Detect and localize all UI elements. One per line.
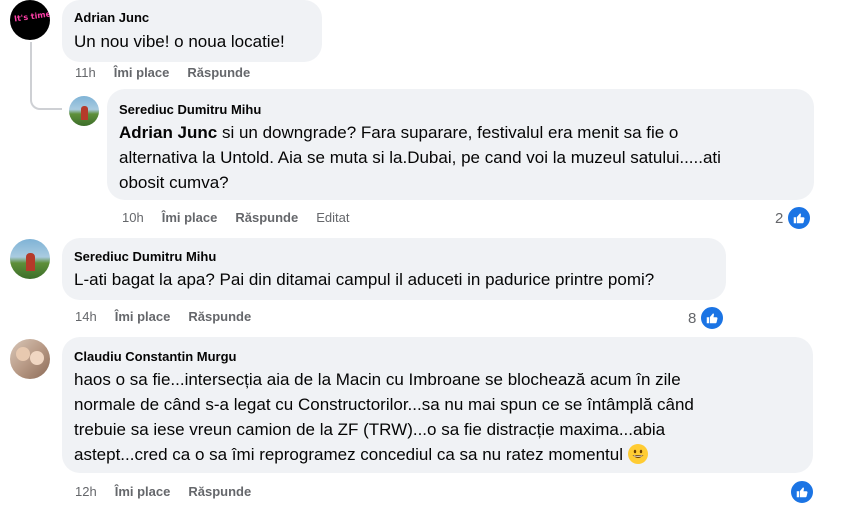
avatar[interactable] bbox=[69, 96, 99, 126]
comment-text-line: normale de când s-a legat cu Constructor… bbox=[74, 395, 694, 414]
like-button[interactable]: Îmi place bbox=[114, 65, 170, 80]
comment-text-line: trebuie sa iese vreun camion de la ZF (T… bbox=[74, 420, 666, 439]
avatar[interactable]: It's time bbox=[10, 0, 50, 40]
reply-button[interactable]: Răspunde bbox=[187, 65, 250, 80]
comment-actions: 11h Îmi place Răspunde bbox=[75, 65, 268, 80]
comment-author[interactable]: Adrian Junc bbox=[74, 10, 310, 26]
comment-author[interactable]: Serediuc Dumitru Mihu bbox=[74, 249, 714, 265]
comment-actions: 14h Îmi place Răspunde bbox=[75, 309, 269, 324]
comment-text: Adrian Junc si un downgrade? Fara supara… bbox=[119, 120, 802, 195]
comment-time[interactable]: 11h bbox=[75, 65, 96, 80]
avatar-figure bbox=[81, 106, 88, 120]
comment-text: haos o sa fie...intersecția aia de la Ma… bbox=[74, 367, 801, 467]
comment-time[interactable]: 14h bbox=[75, 309, 97, 324]
comment-text-line: astept...cred ca o sa îmi reprogramez co… bbox=[74, 445, 623, 464]
reply-thread-line bbox=[30, 42, 62, 110]
comment-text: Un nou vibe! o noua locatie! bbox=[74, 32, 285, 51]
comment-text-line: haos o sa fie...intersecția aia de la Ma… bbox=[74, 370, 681, 389]
avatar-face bbox=[16, 347, 30, 361]
comment-bubble: Serediuc Dumitru Mihu L-ati bagat la apa… bbox=[62, 238, 726, 300]
comment-author[interactable]: Serediuc Dumitru Mihu bbox=[119, 102, 802, 118]
avatar[interactable] bbox=[10, 239, 50, 279]
avatar[interactable] bbox=[10, 339, 50, 379]
thumbs-up-icon bbox=[786, 205, 813, 231]
comment-bubble: Adrian Junc Un nou vibe! o noua locatie! bbox=[62, 0, 322, 62]
reaction-number: 2 bbox=[775, 209, 784, 227]
reaction-badge[interactable] bbox=[786, 479, 815, 505]
comment-text-line: si un downgrade? Fara suparare, festival… bbox=[217, 123, 679, 142]
reaction-count[interactable]: 8 bbox=[688, 305, 726, 331]
comment-text-line: alternativa la Untold. Aia se muta si la… bbox=[119, 148, 721, 167]
comment-actions: 12h Îmi place Răspunde bbox=[75, 484, 269, 499]
comment-bubble: Serediuc Dumitru Mihu Adrian Junc si un … bbox=[107, 89, 814, 200]
comment-author[interactable]: Claudiu Constantin Murgu bbox=[74, 349, 801, 365]
comment-actions: 10h Îmi place Răspunde Editat bbox=[122, 210, 367, 225]
reaction-count[interactable]: 2 bbox=[775, 205, 813, 231]
thumbs-up-icon bbox=[789, 479, 815, 505]
comment-text: L-ati bagat la apa? Pai din ditamai camp… bbox=[74, 270, 655, 289]
comment-text-line: obosit cumva? bbox=[119, 173, 229, 192]
comment-time[interactable]: 10h bbox=[122, 210, 144, 225]
comment-mention[interactable]: Adrian Junc bbox=[119, 123, 217, 142]
reply-button[interactable]: Răspunde bbox=[188, 484, 251, 499]
avatar-figure bbox=[26, 253, 35, 271]
edited-label: Editat bbox=[316, 210, 350, 225]
like-button[interactable]: Îmi place bbox=[162, 210, 218, 225]
comment-bubble: Claudiu Constantin Murgu haos o sa fie..… bbox=[62, 337, 813, 473]
grinning-face-emoji bbox=[627, 444, 648, 464]
thumbs-up-icon bbox=[699, 305, 726, 331]
avatar-face bbox=[30, 351, 44, 365]
avatar-logo-text: It's time bbox=[13, 9, 50, 24]
reply-button[interactable]: Răspunde bbox=[235, 210, 298, 225]
like-button[interactable]: Îmi place bbox=[115, 484, 171, 499]
reply-button[interactable]: Răspunde bbox=[188, 309, 251, 324]
like-button[interactable]: Îmi place bbox=[115, 309, 171, 324]
reaction-number: 8 bbox=[688, 309, 697, 327]
comment-time[interactable]: 12h bbox=[75, 484, 97, 499]
